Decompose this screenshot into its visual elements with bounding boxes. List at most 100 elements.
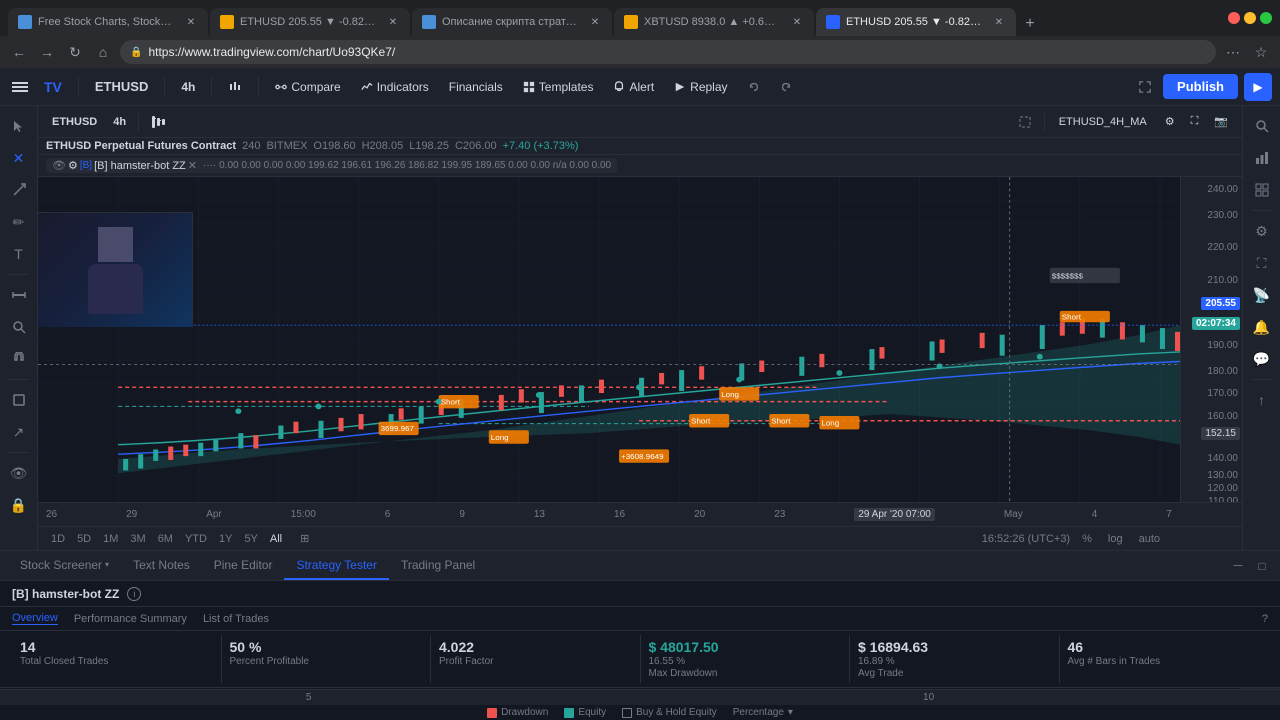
legend-buy-hold[interactable]: Buy & Hold Equity [622,707,717,718]
fullscreen-chart[interactable]: ⛶ [1185,112,1205,131]
chart-timeframe[interactable]: 4h [107,113,132,131]
legend-percentage[interactable]: Percentage ▾ [733,707,793,718]
tab-stock-screener[interactable]: Stock Screener ▾ [8,552,121,580]
tab-close-5[interactable]: ✕ [992,15,1006,29]
browser-tab-2[interactable]: ETHUSD 205.55 ▼ -0.82% BTI... ✕ [210,8,410,36]
indicator-name[interactable]: ETHUSD_4H_MA [1051,113,1155,131]
strategy-info-icon[interactable]: i [127,587,141,601]
templates-button[interactable]: Templates [515,76,602,98]
publish-button[interactable]: Publish [1163,74,1238,99]
right-settings-btn[interactable]: ⚙ [1248,217,1276,245]
back-button[interactable]: ← [8,41,30,63]
minimize-window-button[interactable] [1244,12,1256,24]
fullscreen-button[interactable] [1131,77,1159,97]
period-1d[interactable]: 1D [46,531,70,547]
menu-button[interactable] [8,75,32,99]
alert-button[interactable]: Alert [605,76,662,98]
bar-style-button[interactable] [220,76,250,98]
address-bar[interactable]: 🔒 https://www.tradingview.com/chart/Uo93… [120,40,1216,64]
eye-tool[interactable]: 👁 [5,459,33,487]
star-button[interactable]: ☆ [1250,41,1272,63]
browser-tab-3[interactable]: Описание скрипта стратеги... ✕ [412,8,612,36]
screenshot-chart[interactable]: 📷 [1208,112,1234,131]
percent-btn[interactable]: % [1078,531,1096,547]
home-button[interactable]: ⌂ [92,41,114,63]
tab-strategy-tester[interactable]: Strategy Tester [284,552,388,580]
undo-button[interactable] [740,77,768,97]
redo-button[interactable] [772,77,800,97]
zoom-tool[interactable] [5,313,33,341]
right-chart-btn[interactable] [1248,144,1276,172]
right-chat-btn[interactable]: 💬 [1248,345,1276,373]
symbol-selector[interactable]: ETHUSD [87,75,156,98]
period-5y[interactable]: 5Y [239,531,262,547]
ov-tab-overview[interactable]: Overview [12,612,58,625]
chart-settings[interactable]: ⚙ [1159,112,1181,131]
period-ytd[interactable]: YTD [180,531,212,547]
panel-maximize-btn[interactable]: □ [1252,556,1272,576]
tab-pine-editor[interactable]: Pine Editor [202,552,285,580]
indicator-settings-toggle[interactable]: ⚙ [68,159,78,172]
period-6m[interactable]: 6M [153,531,178,547]
right-fullscreen-btn[interactable]: ⛶ [1248,249,1276,277]
new-tab-button[interactable]: + [1018,12,1042,36]
period-5d[interactable]: 5D [72,531,96,547]
right-layout-btn[interactable] [1248,176,1276,204]
measure-tool[interactable] [5,281,33,309]
tab-close-4[interactable]: ✕ [790,15,804,29]
indicator-delete[interactable]: ✕ [188,159,197,172]
stat-profit-factor: 4.022 Profit Factor [431,635,641,683]
browser-tab-5[interactable]: ETHUSD 205.55 ▼ -0.82% ETH... ✕ [816,8,1016,36]
play-button[interactable]: ▶ [1244,73,1272,101]
extensions-button[interactable]: ⋯ [1222,41,1244,63]
ov-help-btn[interactable]: ? [1262,613,1268,625]
panel-minimize-btn[interactable]: － [1228,556,1248,576]
arrow-tool[interactable]: ↗ [5,418,33,446]
tab-text-notes[interactable]: Text Notes [121,552,202,580]
right-signal-btn[interactable]: 📡 [1248,281,1276,309]
indicator-visibility-toggle[interactable]: 👁 [52,159,66,172]
tab-close-1[interactable]: ✕ [184,15,198,29]
log-btn[interactable]: log [1104,531,1127,547]
draw-tool[interactable] [5,176,33,204]
cross-tool[interactable]: ✕ [5,144,33,172]
right-bell-btn[interactable]: 🔔 [1248,313,1276,341]
stat-at-label: Avg Trade [858,668,1051,679]
lock-tool[interactable]: 🔒 [5,491,33,519]
auto-btn[interactable]: auto [1135,531,1164,547]
financials-button[interactable]: Financials [441,76,511,98]
compare-button[interactable]: Compare [267,76,348,98]
bar-type-button[interactable] [145,112,171,132]
refresh-button[interactable]: ↻ [64,41,86,63]
legend-drawdown-color [487,708,497,718]
ov-tab-performance[interactable]: Performance Summary [74,613,187,625]
browser-tab-4[interactable]: XBTUSD 8938.0 ▲ +0.6% XBT... ✕ [614,8,814,36]
pencil-tool[interactable]: ✏ [5,208,33,236]
period-3m[interactable]: 3M [125,531,150,547]
tab-close-2[interactable]: ✕ [386,15,400,29]
timeframe-selector[interactable]: 4h [173,76,203,98]
chart-canvas[interactable]: 3699.967 Short Long +3608.9649 Short Lon… [38,177,1180,502]
period-1m[interactable]: 1M [98,531,123,547]
magnet-tool[interactable] [5,345,33,373]
replay-button[interactable]: Replay [666,76,735,98]
browser-tab-1[interactable]: Free Stock Charts, Stock Quo... ✕ [8,8,208,36]
right-search-btn[interactable] [1248,112,1276,140]
forward-button[interactable]: → [36,41,58,63]
shapes-tool[interactable] [5,386,33,414]
period-all[interactable]: All [265,531,287,547]
maximize-window-button[interactable] [1260,12,1272,24]
close-window-button[interactable] [1228,12,1240,24]
range-btn[interactable]: ⊞ [295,530,314,547]
chart-symbol[interactable]: ETHUSD [46,113,103,131]
period-1y[interactable]: 1Y [214,531,237,547]
text-tool[interactable]: T [5,240,33,268]
legend-buy-hold-checkbox[interactable] [622,708,632,718]
tab-close-3[interactable]: ✕ [588,15,602,29]
tab-trading-panel[interactable]: Trading Panel [389,552,487,580]
ov-tab-trades[interactable]: List of Trades [203,613,269,625]
right-arrow-btn[interactable]: ↑ [1248,386,1276,414]
cursor-tool[interactable] [5,112,33,140]
rectangle-select[interactable] [1012,112,1038,132]
indicators-button[interactable]: Indicators [353,76,437,98]
